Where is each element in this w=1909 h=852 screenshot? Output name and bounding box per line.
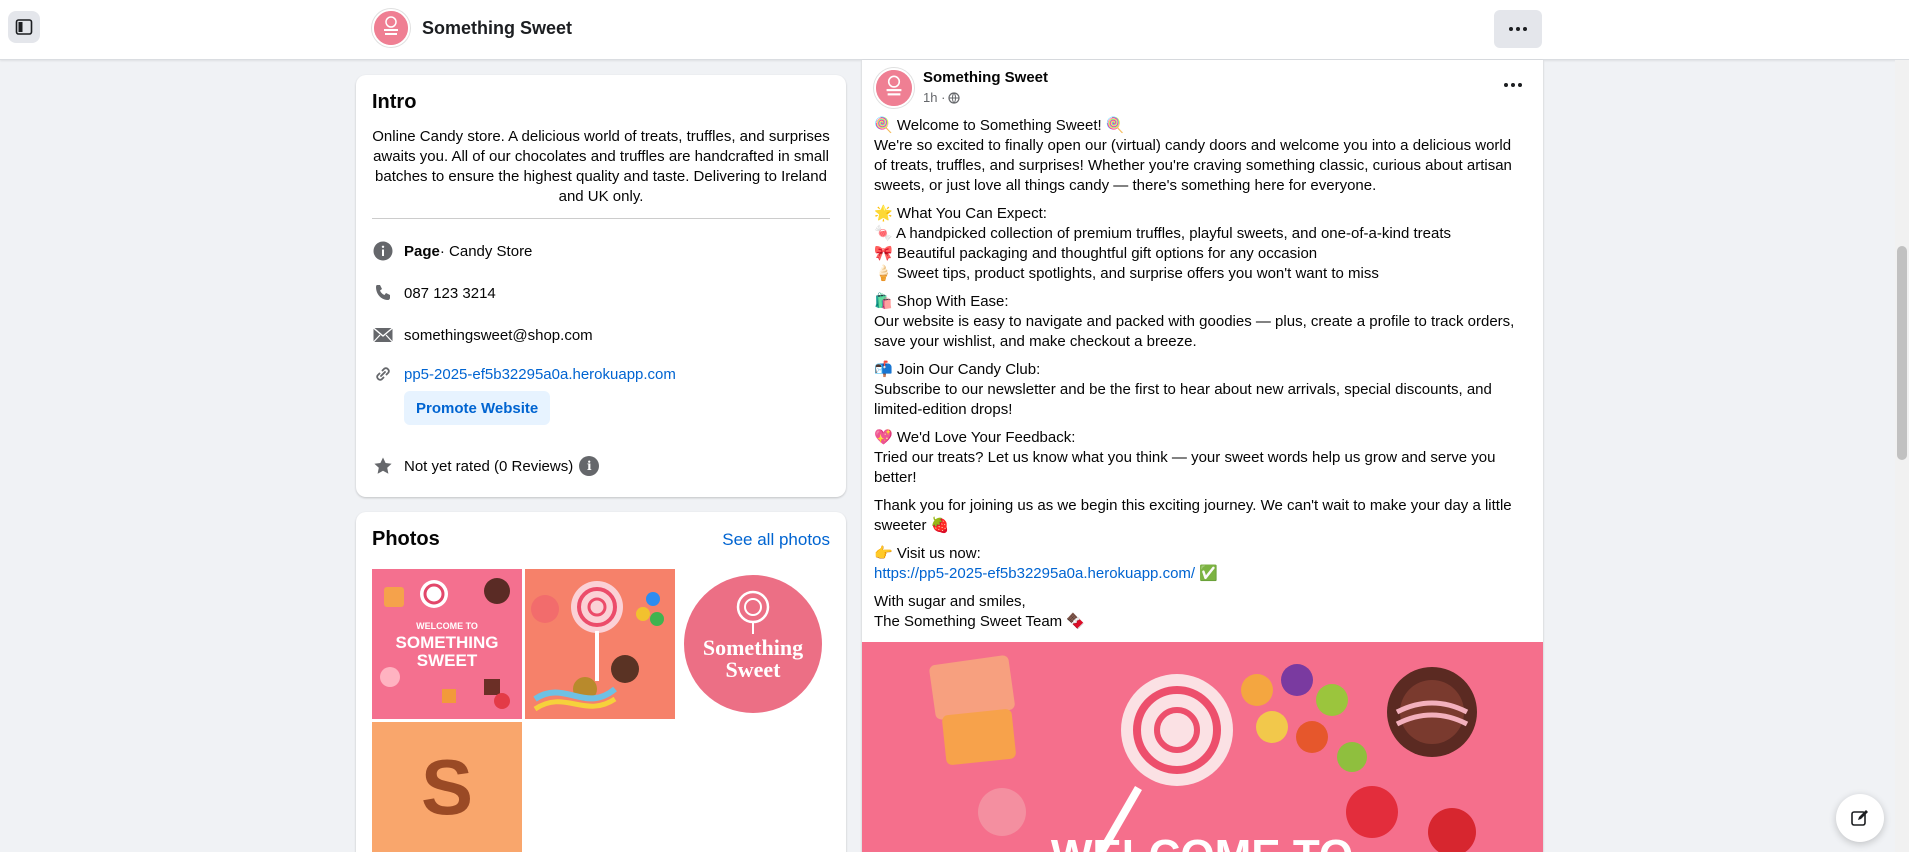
- intro-card: Intro Online Candy store. A delicious wo…: [356, 75, 846, 497]
- category-value: · Candy Store: [439, 242, 533, 260]
- post-line: Thank you for joining us as we begin thi…: [874, 497, 1512, 534]
- photos-card: Photos See all photos WELCOME TO SOMETHI…: [356, 512, 846, 852]
- tile1-text2: SOMETHING: [396, 633, 499, 652]
- tile1-text3: SWEET: [417, 651, 478, 670]
- post-website-link[interactable]: https://pp5-2025-ef5b32295a0a.herokuapp.…: [874, 565, 1195, 582]
- photo-tile[interactable]: [525, 569, 675, 719]
- post-image-text: WELCOME TO: [1051, 831, 1353, 852]
- rating-text: Not yet rated (0 Reviews): [404, 457, 574, 475]
- post-image[interactable]: WELCOME TO: [862, 642, 1543, 852]
- post-author-name[interactable]: Something Sweet: [923, 69, 1048, 86]
- tile1-text1: WELCOME TO: [416, 621, 478, 631]
- post-more-button[interactable]: [1502, 74, 1523, 92]
- post-author-avatar[interactable]: [874, 68, 914, 108]
- more-icon: [1503, 83, 1508, 87]
- post-line: 💖 We'd Love Your Feedback:: [874, 429, 1076, 446]
- post-line: 🍬 A handpicked collection of premium tru…: [874, 225, 1452, 242]
- post-paragraph: Thank you for joining us as we begin thi…: [874, 496, 1524, 536]
- photo-tile[interactable]: S: [372, 722, 522, 852]
- photo-tile[interactable]: WELCOME TO SOMETHING SWEET: [372, 569, 522, 719]
- rating-row: Not yet rated (0 Reviews) i: [372, 455, 600, 477]
- tile4-letter: S: [421, 743, 473, 831]
- post-line: We're so excited to finally open our (vi…: [874, 137, 1512, 194]
- page-header[interactable]: Something Sweet: [372, 9, 572, 47]
- info-icon: [372, 240, 394, 262]
- more-icon-dot: [1510, 83, 1515, 87]
- website-row: pp5-2025-ef5b32295a0a.herokuapp.com: [372, 363, 676, 385]
- email-address: somethingsweet@shop.com: [404, 326, 593, 344]
- globe-icon: [948, 91, 961, 104]
- divider: [372, 218, 830, 219]
- post-paragraph: 🛍️ Shop With Ease: Our website is easy to…: [874, 292, 1524, 352]
- more-icon-dot: [1516, 27, 1520, 31]
- email-row: somethingsweet@shop.com: [372, 324, 593, 346]
- more-icon-dot: [1517, 83, 1522, 87]
- post-line: The Something Sweet Team 🍫: [874, 613, 1086, 630]
- promote-website-button[interactable]: Promote Website: [404, 391, 551, 425]
- post-line: 📬 Join Our Candy Club:: [874, 361, 1041, 378]
- post-line: 🎀 Beautiful packaging and thoughtful gif…: [874, 245, 1318, 262]
- post-paragraph: With sugar and smiles, The Something Swee…: [874, 592, 1524, 632]
- post-paragraph: 👉 Visit us now: https://pp5-2025-ef5b3229…: [874, 544, 1524, 584]
- post-header: Something Sweet 1h ·: [874, 68, 1048, 108]
- link-icon: [372, 363, 394, 385]
- post-line: 👉 Visit us now:: [874, 545, 981, 562]
- post-line: Tried our treats? Let us know what you t…: [874, 449, 1496, 486]
- phone-row: 087 123 3214: [372, 282, 496, 304]
- post-time[interactable]: 1h ·: [923, 90, 945, 105]
- post-line: 🌟 What You Can Expect:: [874, 205, 1047, 222]
- post-line: 🍭 Welcome to Something Sweet! 🍭: [874, 117, 1125, 134]
- tile3-text2: Sweet: [726, 657, 782, 682]
- phone-number: 087 123 3214: [404, 284, 496, 302]
- post-line: 🍦 Sweet tips, product spotlights, and su…: [874, 265, 1379, 282]
- page-title[interactable]: Something Sweet: [422, 18, 572, 39]
- rating-info-icon[interactable]: i: [579, 456, 600, 476]
- post-line: With sugar and smiles,: [874, 593, 1026, 610]
- post-paragraph: 🌟 What You Can Expect: 🍬 A handpicked col…: [874, 204, 1524, 284]
- more-icon: [1509, 27, 1513, 31]
- compose-button[interactable]: [1836, 794, 1884, 842]
- sidebar-toggle-icon: [15, 19, 33, 35]
- intro-bio: Online Candy store. A delicious world of…: [372, 128, 830, 205]
- phone-icon: [372, 282, 394, 304]
- mail-icon: [372, 324, 394, 346]
- check-icon: ✅: [1199, 565, 1218, 582]
- post-meta: 1h ·: [923, 90, 1048, 105]
- post-paragraph: 🍭 Welcome to Something Sweet! 🍭 We're so …: [874, 116, 1524, 196]
- scrollbar-thumb[interactable]: [1897, 246, 1907, 460]
- category-label: Page: [404, 242, 440, 260]
- category-row: Page · Candy Store: [372, 240, 532, 262]
- post-card: Something Sweet 1h · 🍭 Welcome to Someth…: [862, 60, 1543, 852]
- website-link[interactable]: pp5-2025-ef5b32295a0a.herokuapp.com: [404, 366, 676, 383]
- sidebar-toggle-button[interactable]: [8, 11, 40, 43]
- photos-title: Photos: [372, 528, 440, 550]
- top-bar: Something Sweet: [0, 0, 1909, 60]
- page-avatar[interactable]: [372, 9, 410, 47]
- post-paragraph: 📬 Join Our Candy Club: Subscribe to our n…: [874, 360, 1524, 420]
- intro-title: Intro: [372, 91, 417, 113]
- see-all-photos-link[interactable]: See all photos: [722, 530, 830, 550]
- post-paragraph: 💖 We'd Love Your Feedback: Tried our trea…: [874, 428, 1524, 488]
- post-line: Our website is easy to navigate and pack…: [874, 313, 1515, 350]
- more-options-button[interactable]: [1494, 10, 1542, 48]
- star-icon: [372, 455, 394, 477]
- more-icon-dot: [1523, 27, 1527, 31]
- photo-tile[interactable]: Something Sweet: [678, 569, 828, 719]
- post-text: 🍭 Welcome to Something Sweet! 🍭 We're so …: [874, 116, 1524, 640]
- compose-icon: [1851, 810, 1868, 826]
- post-line: 🛍️ Shop With Ease:: [874, 293, 1009, 310]
- post-line: Subscribe to our newsletter and be the f…: [874, 381, 1492, 418]
